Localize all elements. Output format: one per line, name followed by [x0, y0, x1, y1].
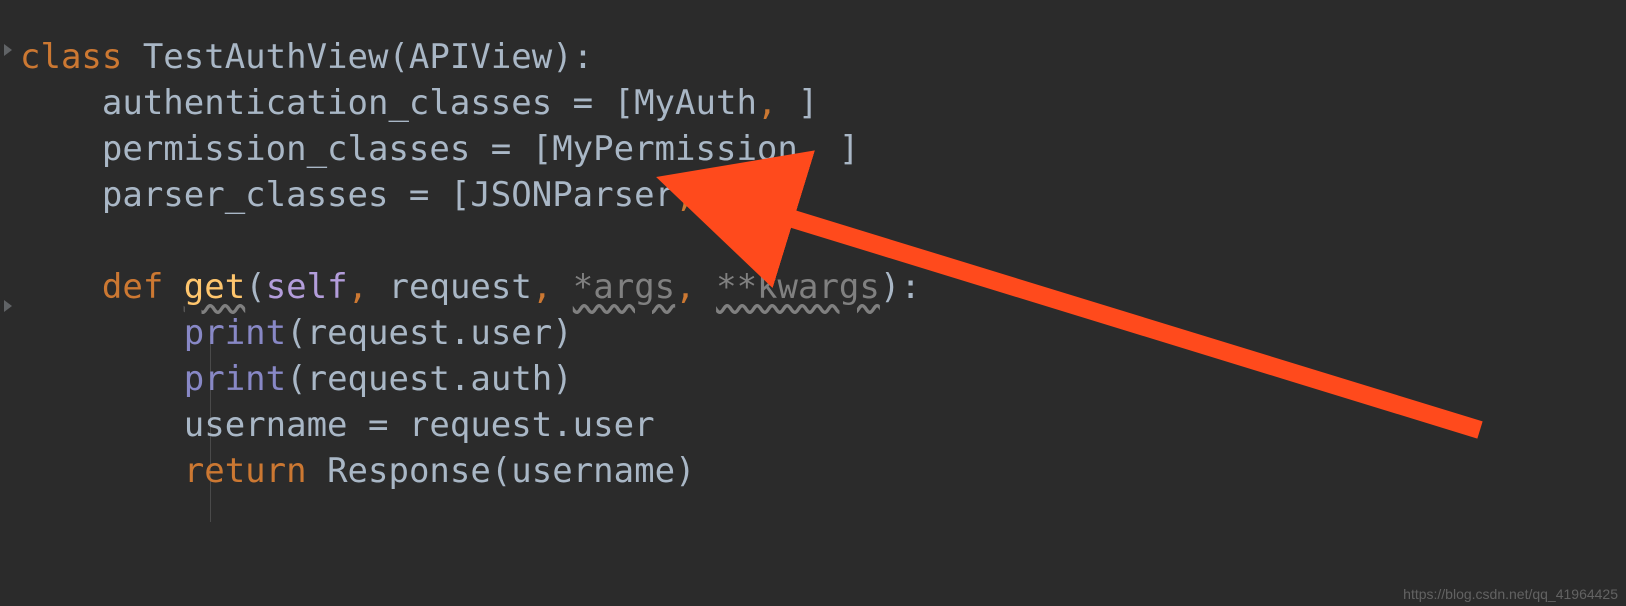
paren: (: [245, 267, 265, 307]
code-line: Response(username): [307, 451, 696, 491]
keyword-return: return: [184, 451, 307, 491]
param-request: request: [389, 267, 532, 307]
code-line: permission_classes = [MyPermission: [20, 129, 798, 169]
code-line: ]: [696, 175, 737, 215]
indent: [20, 451, 184, 491]
code-line: username = request.user: [20, 405, 655, 445]
code-line: (request.user): [286, 313, 573, 353]
code-line: ]: [818, 129, 859, 169]
param-self: self: [266, 267, 348, 307]
code-line: parser_classes = [JSONParser: [20, 175, 675, 215]
class-decl: TestAuthView(APIView):: [122, 37, 593, 77]
code-line: ]: [777, 83, 818, 123]
builtin-print: print: [184, 359, 286, 399]
paren: ):: [880, 267, 921, 307]
code-line: (request.auth): [286, 359, 573, 399]
param-kwargs: **kwargs: [716, 267, 880, 307]
comma: ,: [757, 83, 777, 123]
comma: ,: [798, 129, 818, 169]
watermark-text: https://blog.csdn.net/qq_41964425: [1403, 586, 1618, 602]
code-editor[interactable]: class TestAuthView(APIView): authenticat…: [0, 0, 1626, 494]
indent: [20, 313, 184, 353]
keyword-class: class: [20, 37, 122, 77]
sep: ,: [675, 267, 716, 307]
keyword-def: def: [20, 267, 163, 307]
code-line: authentication_classes = [MyAuth: [20, 83, 757, 123]
sep: ,: [532, 267, 573, 307]
sep: ,: [348, 267, 389, 307]
builtin-print: print: [184, 313, 286, 353]
param-args: *args: [573, 267, 675, 307]
comma: ,: [675, 175, 695, 215]
method-name: get: [184, 267, 245, 307]
indent: [20, 359, 184, 399]
